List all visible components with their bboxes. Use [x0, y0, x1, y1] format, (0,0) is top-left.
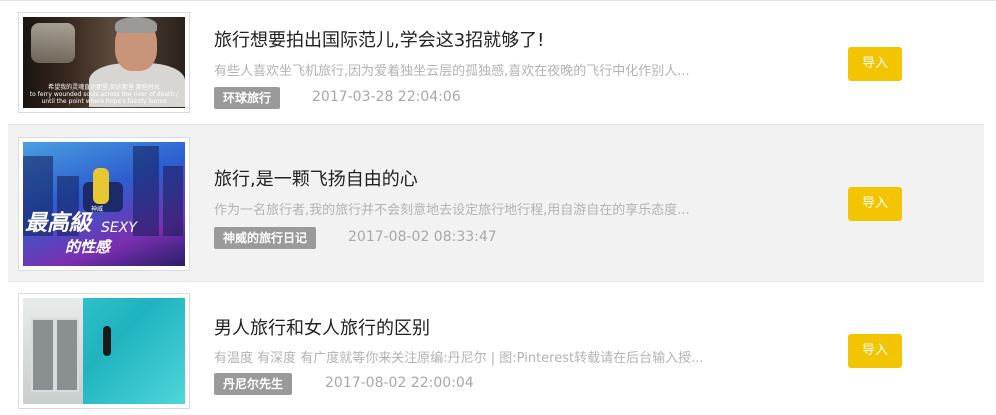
article-thumbnail[interactable]: 神威 SEXY 最高級 的性感 [18, 137, 190, 271]
list-item: 神威 SEXY 最高級 的性感 旅行,是一颗飞扬自由的心 作为一名旅行者,我的旅行… [8, 125, 984, 282]
article-thumbnail[interactable]: 希望我的灵魂直达那里,到达那里 那些时光 to ferry wounded so… [18, 12, 190, 113]
thumbnail-caption-cn: 希望我的灵魂直达那里,到达那里 那些时光 [48, 84, 160, 91]
account-tag: 神威的旅行日记 [214, 227, 317, 249]
publish-date: 2017-08-02 08:33:47 [348, 229, 497, 245]
thumbnail-label: 神威 [91, 206, 104, 213]
import-button[interactable]: 导入 [848, 187, 902, 221]
article-thumbnail[interactable] [18, 293, 190, 409]
publish-date: 2017-03-28 22:04:06 [312, 89, 461, 105]
import-button[interactable]: 导入 [848, 47, 902, 81]
list-item: 男人旅行和女人旅行的区别 有温度 有深度 有广度就等你来关注原编:丹尼尔 | 图… [8, 282, 984, 415]
publish-date: 2017-08-02 22:00:04 [325, 375, 474, 391]
article-title[interactable]: 旅行,是一颗飞扬自由的心 [214, 165, 418, 191]
thumbnail-image: 神威 SEXY 最高級 的性感 [23, 142, 185, 266]
article-title[interactable]: 男人旅行和女人旅行的区别 [214, 314, 430, 340]
account-tag: 环球旅行 [214, 87, 281, 109]
list-item: 希望我的灵魂直达那里,到达那里 那些时光 to ferry wounded so… [8, 1, 984, 125]
account-tag: 丹尼尔先生 [214, 373, 293, 395]
thumbnail-image: 希望我的灵魂直达那里,到达那里 那些时光 to ferry wounded so… [23, 17, 185, 108]
import-button[interactable]: 导入 [848, 334, 902, 368]
article-summary: 作为一名旅行者,我的旅行并不会刻意地去设定旅行地行程,用自游自在的享乐态度... [214, 203, 690, 218]
article-summary: 有些人喜欢坐飞机旅行,因为爱着独坐云层的孤独感,喜欢在夜晚的飞行中化作别人... [214, 64, 690, 79]
thumbnail-caption-en: to ferry wounded souls across the river … [29, 91, 179, 105]
thumbnail-text-main: 最高級 的性感 [25, 211, 111, 257]
article-title[interactable]: 旅行想要拍出国际范儿,学会这3招就够了! [214, 26, 544, 52]
article-list: 希望我的灵魂直达那里,到达那里 那些时光 to ferry wounded so… [0, 0, 996, 415]
article-summary: 有温度 有深度 有广度就等你来关注原编:丹尼尔 | 图:Pinterest转载请… [214, 351, 704, 366]
thumbnail-image [23, 298, 185, 404]
